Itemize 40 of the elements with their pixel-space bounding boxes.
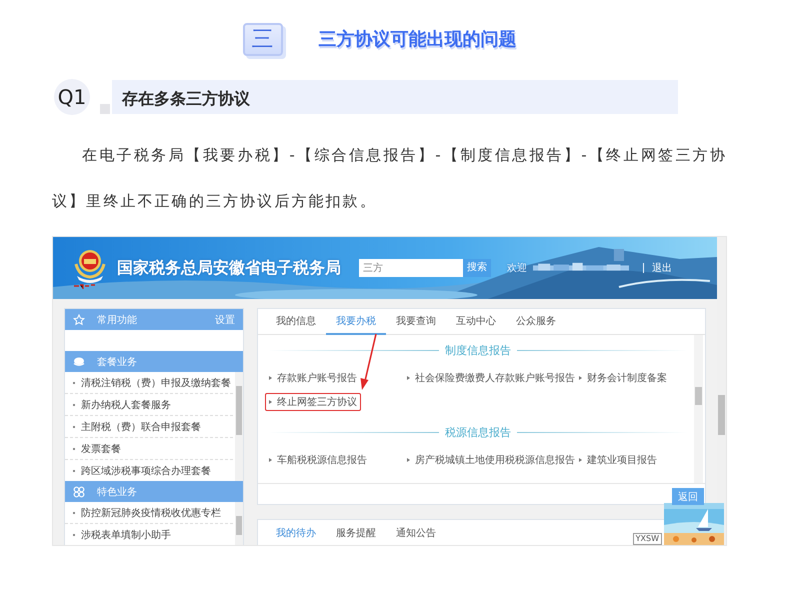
- pointer-arrow: [360, 334, 377, 390]
- body-paragraph: 在电子税务局【我要办税】-【综合信息报告】-【制度信息报告】-【终止网签三方协议】里终止不正确的三方协议后方能扣款。: [52, 145, 727, 212]
- layers-icon: [73, 356, 85, 368]
- bottom-tab[interactable]: 服务提醒: [326, 520, 386, 545]
- bottom-tab[interactable]: 我的待办: [266, 520, 326, 545]
- nav-tab[interactable]: 我要办税: [326, 309, 386, 335]
- bottom-tab[interactable]: 通知公告: [386, 520, 446, 545]
- sidebar-item[interactable]: 主附税（费）联合申报套餐: [65, 416, 233, 438]
- section-heading: 制度信息报告: [445, 342, 511, 358]
- section-title: 三方协议可能出现的问题: [318, 28, 516, 51]
- panel-title: 套餐业务: [97, 356, 137, 368]
- sidebar-item[interactable]: 发票套餐: [65, 438, 233, 460]
- search-field[interactable]: 三方: [359, 259, 463, 277]
- nav-tab[interactable]: 我的信息: [266, 309, 326, 335]
- site-title: 国家税务总局安徽省电子税务局: [117, 258, 341, 278]
- question-number: Q1: [54, 79, 90, 115]
- panel-title: 特色业务: [97, 486, 137, 498]
- scrollbar[interactable]: [235, 372, 243, 481]
- service-link[interactable]: 车船税税源信息报告: [265, 451, 371, 469]
- service-link[interactable]: 终止网签三方协议: [265, 393, 361, 411]
- sidebar-item[interactable]: 跨区域涉税事项综合办理套餐: [65, 460, 233, 481]
- logout-link[interactable]: 退出: [652, 261, 672, 275]
- question-title: 存在多条三方协议: [112, 80, 678, 114]
- scrollbar[interactable]: [694, 335, 703, 483]
- nav-tab[interactable]: 公众服务: [506, 309, 566, 335]
- welcome-label: 欢迎: [507, 262, 527, 275]
- service-link[interactable]: 存款账户账号报告: [265, 369, 361, 387]
- nav-tab[interactable]: 我要查询: [386, 309, 446, 335]
- corner-mark: [100, 104, 110, 114]
- ad-label: YXSW: [632, 533, 662, 545]
- sidebar-item[interactable]: 新办纳税人套餐服务: [65, 394, 233, 416]
- sidebar-item[interactable]: 涉税表单填制小助手: [65, 524, 233, 545]
- sidebar-item[interactable]: 防控新冠肺炎疫情税收优惠专栏: [65, 502, 233, 524]
- nav-tab[interactable]: 互动中心: [446, 309, 506, 335]
- section-heading: 税源信息报告: [445, 424, 511, 440]
- star-icon: [73, 314, 85, 326]
- sidebar-item[interactable]: 清税注销税（费）申报及缴纳套餐: [65, 372, 233, 394]
- clover-icon: [73, 486, 85, 498]
- panel-title: 常用功能: [97, 314, 137, 326]
- scrollbar[interactable]: [235, 502, 243, 545]
